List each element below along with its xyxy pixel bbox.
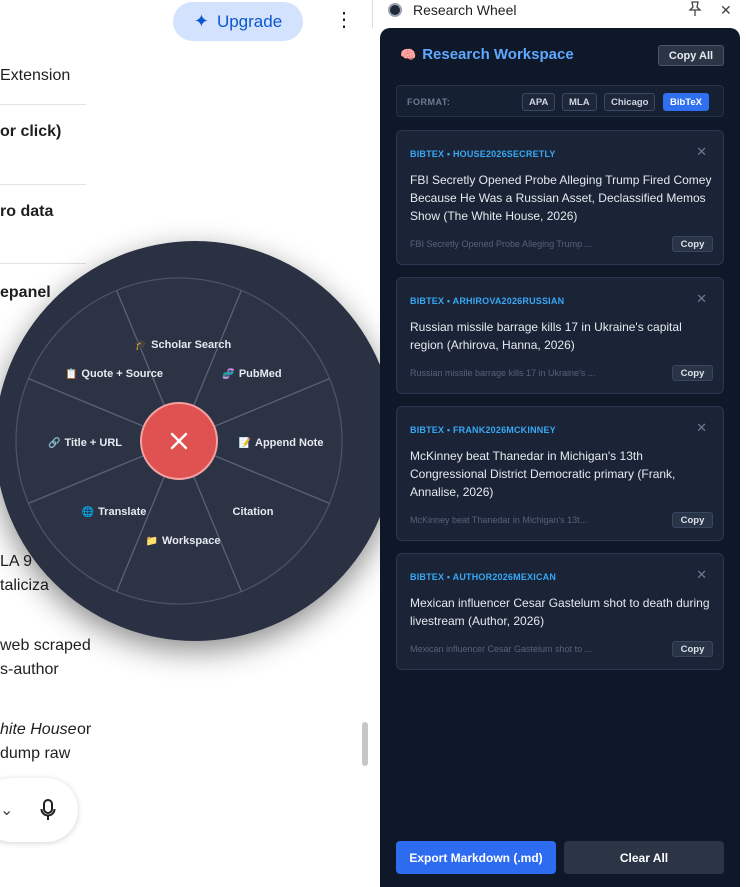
citation-card: BIBTEX • FRANK2026MCKINNEY ✕ McKinney be… [396, 406, 724, 541]
format-apa-button[interactable]: APA [522, 93, 556, 111]
wheel-item-citation[interactable]: Citation [229, 506, 274, 518]
citation-preview: Mexican influencer Cesar Gastelum shot t… [410, 644, 593, 654]
citation-text: Russian missile barrage kills 17 in Ukra… [410, 320, 682, 352]
citation-preview: FBI Secretly Opened Probe Alleging Trump… [410, 239, 593, 249]
citation-preview: McKinney beat Thanedar in Michigan's 13t… [410, 515, 588, 525]
remove-citation-icon[interactable]: ✕ [696, 291, 707, 307]
copy-citation-button[interactable]: Copy [672, 236, 713, 252]
chat-text-line: or [77, 721, 92, 738]
dna-icon: 🧬 [222, 368, 235, 380]
research-wheel-logo-icon [388, 3, 402, 17]
workspace-title: 🧠 Research Workspace [400, 46, 574, 63]
citation-card: BIBTEX • ARHIROVA2026RUSSIAN ✕ Russian m… [396, 277, 724, 394]
copy-citation-button[interactable]: Copy [672, 641, 713, 657]
chat-text-line: or click) [0, 123, 62, 140]
format-chicago-button[interactable]: Chicago [604, 93, 656, 111]
copy-citation-button[interactable]: Copy [672, 512, 713, 528]
upgrade-label: Upgrade [216, 11, 283, 31]
export-markdown-button[interactable]: Export Markdown (.md) [396, 841, 556, 874]
note-icon: 📝 [238, 437, 251, 449]
wheel-item-workspace[interactable]: 📁 Workspace [146, 535, 221, 547]
upgrade-button[interactable]: ✦ Upgrade [173, 2, 303, 41]
remove-citation-icon[interactable]: ✕ [696, 567, 707, 583]
citation-key: BIBTEX • HOUSE2026SECRETLY [410, 149, 556, 159]
citation-card: BIBTEX • HOUSE2026SECRETLY ✕ FBI Secretl… [396, 130, 724, 265]
citation-key: BIBTEX • ARHIROVA2026RUSSIAN [410, 296, 565, 306]
copy-all-button[interactable]: Copy All [658, 45, 724, 66]
wheel-item-append-note[interactable]: 📝 Append Note [239, 437, 324, 449]
clear-all-button[interactable]: Clear All [564, 841, 724, 874]
chat-text-line: dump raw [0, 745, 71, 762]
format-label: FORMAT: [407, 97, 451, 107]
wheel-item-pubmed[interactable]: 🧬 PubMed [222, 368, 281, 380]
close-icon [170, 432, 188, 450]
scrollbar-thumb[interactable] [362, 722, 368, 766]
link-icon: 🔗 [47, 437, 61, 449]
wheel-item-quote-source[interactable]: 📋 Quote + Source [65, 368, 163, 380]
chat-text-line: s-author [0, 661, 59, 678]
wheel-item-translate[interactable]: 🌐 Translate [82, 506, 147, 518]
pin-icon[interactable] [688, 1, 702, 17]
microphone-icon[interactable] [40, 798, 56, 822]
remove-citation-icon[interactable]: ✕ [696, 144, 707, 160]
divider [0, 184, 86, 185]
side-panel-title: Research Wheel [413, 2, 517, 18]
workspace-title-text: Research Workspace [422, 46, 574, 63]
wheel-item-title-url[interactable]: 🔗 Title + URL [48, 437, 122, 449]
close-panel-icon[interactable]: ✕ [720, 2, 732, 19]
citation-preview: Russian missile barrage kills 17 in Ukra… [410, 368, 596, 378]
globe-icon: 🌐 [81, 506, 95, 518]
graduation-cap-icon: 🎓 [134, 339, 148, 351]
citation-card: BIBTEX • AUTHOR2026MEXICAN ✕ Mexican inf… [396, 553, 724, 670]
divider [0, 104, 86, 105]
citation-text: FBI Secretly Opened Probe Alleging Trump… [410, 173, 712, 223]
wheel-close-button[interactable] [140, 402, 218, 480]
chat-text-line: ro data [0, 203, 54, 220]
format-bibtex-button[interactable]: BibTeX [663, 93, 710, 111]
clipboard-icon: 📋 [64, 368, 78, 380]
format-selector: FORMAT: APA MLA Chicago BibTeX [396, 85, 724, 117]
citation-text: Mexican influencer Cesar Gastelum shot t… [410, 596, 710, 628]
chat-text-line: hite House [0, 721, 77, 738]
sparkle-icon: ✦ [193, 11, 209, 31]
copy-citation-button[interactable]: Copy [672, 365, 713, 381]
citation-key: BIBTEX • FRANK2026MCKINNEY [410, 425, 556, 435]
citation-text: McKinney beat Thanedar in Michigan's 13t… [410, 449, 676, 499]
remove-citation-icon[interactable]: ✕ [696, 420, 707, 436]
citation-key: BIBTEX • AUTHOR2026MEXICAN [410, 572, 557, 582]
wheel-item-scholar-search[interactable]: 🎓 Scholar Search [135, 339, 232, 351]
chat-composer[interactable]: ⌄ [0, 778, 78, 842]
brain-icon: 🧠 [400, 46, 417, 62]
side-panel-header: Research Wheel ✕ [372, 0, 746, 28]
research-workspace-panel: 🧠 Research Workspace Copy All FORMAT: AP… [380, 28, 740, 887]
chat-text-line: Extension [0, 67, 71, 84]
chevron-icon[interactable]: ⌄ [0, 800, 13, 820]
research-wheel: 🎓 Scholar Search 🧬 PubMed 📝 Append Note … [0, 241, 395, 641]
folder-icon: 📁 [145, 535, 158, 547]
format-mla-button[interactable]: MLA [562, 93, 597, 111]
more-options-icon[interactable]: ⋮ [334, 10, 354, 32]
